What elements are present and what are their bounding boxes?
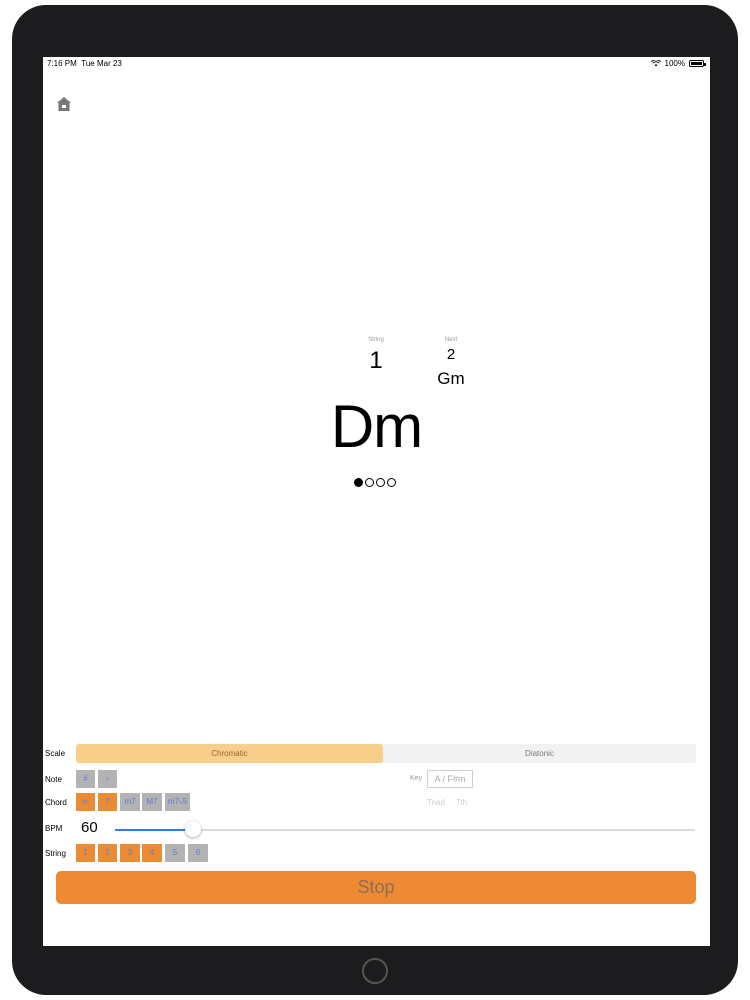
stop-button[interactable]: Stop [56, 871, 696, 904]
note-label: Note [45, 775, 62, 784]
string-1-button[interactable]: 1 [76, 844, 95, 862]
bpm-slider-fill [115, 829, 194, 831]
string-2-button[interactable]: 2 [98, 844, 117, 862]
triad-option[interactable]: Triad [427, 798, 445, 807]
battery-percent: 100% [664, 59, 685, 68]
key-label: Key [410, 775, 423, 782]
chord-label: Chord [45, 798, 67, 807]
beat-dot [376, 478, 385, 487]
bpm-value: 60 [81, 819, 98, 836]
bpm-slider-track[interactable] [115, 829, 695, 831]
string-4-button[interactable]: 4 [142, 844, 162, 862]
chord-M7-button[interactable]: M7 [142, 793, 162, 811]
bpm-slider-thumb[interactable] [185, 821, 202, 837]
next-chord: Gm [437, 369, 465, 388]
scale-label: Scale [45, 749, 66, 758]
home-icon[interactable] [55, 95, 73, 113]
chord-m7-button[interactable]: m7 [120, 793, 140, 811]
seventh-option[interactable]: 7th [456, 798, 467, 807]
next-label: Next [444, 337, 458, 343]
battery-icon [689, 60, 706, 67]
current-chord: Dm [330, 393, 423, 460]
wifi-icon [650, 60, 661, 67]
key-selector[interactable]: A / F#m [427, 770, 473, 788]
next-value: 2 [446, 346, 456, 363]
scale-segmented-control: Chromatic Diatonic [76, 744, 696, 763]
bpm-label: BPM [45, 824, 63, 833]
string-3-button[interactable]: 3 [120, 844, 140, 862]
chord-7-button[interactable]: 7 [98, 793, 117, 811]
app-screen: 7:16 PM Tue Mar 23 100% String 1 Next 2 … [43, 57, 710, 946]
string-value: 1 [369, 347, 383, 374]
device-home-button[interactable] [362, 958, 388, 984]
string-label: String [368, 337, 384, 343]
beat-dot [354, 478, 363, 487]
scale-option-chromatic[interactable]: Chromatic [76, 744, 383, 763]
beat-dot [387, 478, 396, 487]
status-bar: 7:16 PM Tue Mar 23 100% [47, 59, 706, 73]
chord-m-button[interactable]: m [76, 793, 95, 811]
scale-option-diatonic[interactable]: Diatonic [383, 744, 696, 763]
chord-m7b5-button[interactable]: m7♭5 [165, 793, 190, 811]
note-sharp-button[interactable]: # [76, 770, 95, 788]
status-time: 7:16 PM Tue Mar 23 [47, 59, 122, 68]
note-flat-button[interactable]: ♭ [98, 770, 117, 788]
beat-indicator [354, 478, 396, 487]
string-row-label: String [45, 849, 66, 858]
beat-dot [365, 478, 374, 487]
string-6-button[interactable]: 6 [188, 844, 208, 862]
string-5-button[interactable]: 5 [165, 844, 185, 862]
